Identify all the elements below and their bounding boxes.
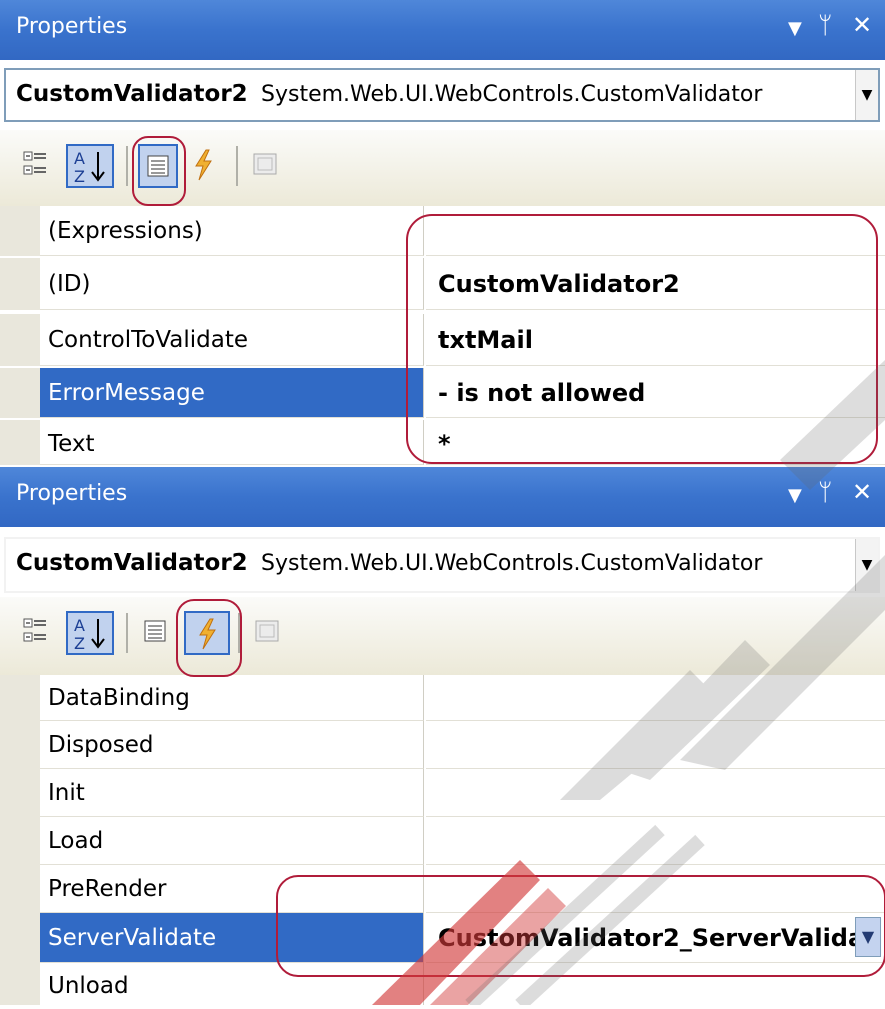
row-gutter — [0, 721, 40, 769]
svg-text:Z: Z — [74, 167, 85, 186]
events-lightning-icon — [199, 618, 216, 650]
row-gutter — [0, 865, 40, 913]
event-handler[interactable] — [426, 721, 885, 769]
window-position-dropdown-icon[interactable]: ▼ — [788, 485, 802, 506]
event-name: ServerValidate — [40, 913, 424, 963]
grid-row[interactable]: ControlToValidate txtMail — [0, 314, 885, 366]
property-value[interactable]: CustomValidator2 — [426, 258, 885, 310]
properties-icon — [144, 620, 166, 642]
close-icon[interactable]: ✕ — [852, 478, 872, 506]
properties-view-button[interactable] — [138, 144, 178, 188]
toolbar-separator — [236, 146, 238, 186]
grid-row[interactable]: Load — [0, 817, 885, 865]
event-handler[interactable]: CustomValidator2_ServerValidat — [426, 913, 885, 963]
property-name: ControlToValidate — [40, 314, 424, 366]
panel-title-bar[interactable]: Properties ▼ ᛘ ✕ — [0, 467, 885, 527]
object-selector-dropdown-icon[interactable]: ▼ — [855, 539, 878, 591]
grid-row[interactable]: (Expressions) — [0, 206, 885, 256]
property-value[interactable] — [426, 206, 885, 256]
event-handler[interactable] — [426, 865, 885, 913]
alphabetical-button[interactable]: A Z — [66, 144, 114, 188]
event-handler[interactable] — [426, 963, 885, 1005]
events-lightning-icon — [195, 149, 212, 181]
property-pages-button[interactable] — [250, 144, 284, 188]
grid-row[interactable]: DataBinding — [0, 675, 885, 721]
event-name: Init — [40, 769, 424, 817]
svg-text:A: A — [74, 616, 85, 635]
property-pages-button[interactable] — [252, 611, 286, 655]
categorized-icon — [23, 151, 46, 175]
row-gutter — [0, 963, 40, 1005]
properties-view-button[interactable] — [140, 611, 174, 655]
row-gutter — [0, 206, 40, 256]
event-name: PreRender — [40, 865, 424, 913]
object-name: CustomValidator2 — [16, 81, 248, 107]
row-gutter — [0, 420, 40, 465]
grid-row[interactable]: Init — [0, 769, 885, 817]
object-name: CustomValidator2 — [16, 550, 248, 576]
event-name: Disposed — [40, 721, 424, 769]
object-selector[interactable]: CustomValidator2 System.Web.UI.WebContro… — [4, 68, 880, 122]
pin-icon[interactable]: ᛘ — [818, 11, 832, 39]
panel-title: Properties — [16, 14, 128, 39]
properties-panel-events-view: Properties ▼ ᛘ ✕ CustomValidator2 System… — [0, 467, 885, 1005]
grid-row-selected[interactable]: ServerValidate CustomValidator2_ServerVa… — [0, 913, 885, 963]
grid-row[interactable]: Unload — [0, 963, 885, 1005]
object-selector-dropdown-icon[interactable]: ▼ — [855, 70, 878, 120]
pin-icon[interactable]: ᛘ — [818, 478, 832, 506]
toolbar-separator — [126, 613, 128, 653]
alphabetical-sort-icon: A Z — [74, 149, 105, 186]
object-type: System.Web.UI.WebControls.CustomValidato… — [261, 82, 763, 107]
row-gutter — [0, 368, 40, 418]
svg-text:Z: Z — [74, 634, 85, 653]
event-name: DataBinding — [40, 675, 424, 721]
property-name: Text — [40, 420, 424, 465]
row-gutter — [0, 258, 40, 310]
properties-toolbar: A Z — [0, 597, 885, 677]
property-value[interactable]: * — [426, 420, 885, 465]
event-handler[interactable] — [426, 817, 885, 865]
properties-icon — [147, 155, 169, 177]
properties-toolbar: A Z — [0, 130, 885, 206]
events-view-button[interactable] — [184, 611, 230, 655]
property-pages-icon — [253, 153, 277, 175]
event-name: Load — [40, 817, 424, 865]
grid-row[interactable]: Disposed — [0, 721, 885, 769]
property-name: (ID) — [40, 258, 424, 310]
grid-row[interactable]: PreRender — [0, 865, 885, 913]
categorized-button[interactable] — [20, 144, 54, 188]
property-pages-icon — [255, 620, 279, 642]
window-position-dropdown-icon[interactable]: ▼ — [788, 18, 802, 39]
toolbar-separator — [126, 146, 128, 186]
property-value[interactable]: txtMail — [426, 314, 885, 366]
alphabetical-button[interactable]: A Z — [66, 611, 114, 655]
property-name: ErrorMessage — [40, 368, 424, 418]
property-name: (Expressions) — [40, 206, 424, 256]
row-gutter — [0, 817, 40, 865]
close-icon[interactable]: ✕ — [852, 11, 872, 39]
handler-dropdown-icon[interactable]: ▼ — [855, 917, 881, 957]
event-handler[interactable] — [426, 769, 885, 817]
panel-title-bar[interactable]: Properties ▼ ᛘ ✕ — [0, 0, 885, 60]
grid-row-selected[interactable]: ErrorMessage - is not allowed — [0, 368, 885, 418]
event-handler[interactable] — [426, 675, 885, 721]
object-type: System.Web.UI.WebControls.CustomValidato… — [261, 551, 763, 576]
grid-row[interactable]: Text * — [0, 420, 885, 465]
property-value[interactable]: - is not allowed — [426, 368, 885, 418]
alphabetical-sort-icon: A Z — [74, 616, 105, 653]
object-selector[interactable]: CustomValidator2 System.Web.UI.WebContro… — [4, 537, 880, 593]
categorized-icon — [23, 618, 46, 642]
events-view-button[interactable] — [188, 144, 222, 188]
toolbar-separator — [238, 613, 240, 653]
grid-row[interactable]: (ID) CustomValidator2 — [0, 258, 885, 310]
row-gutter — [0, 913, 40, 963]
event-name: Unload — [40, 963, 424, 1005]
categorized-button[interactable] — [20, 611, 54, 655]
row-gutter — [0, 314, 40, 366]
svg-text:A: A — [74, 149, 85, 168]
row-gutter — [0, 675, 40, 721]
panel-title: Properties — [16, 481, 128, 506]
properties-panel-properties-view: Properties ▼ ᛘ ✕ CustomValidator2 System… — [0, 0, 885, 465]
row-gutter — [0, 769, 40, 817]
